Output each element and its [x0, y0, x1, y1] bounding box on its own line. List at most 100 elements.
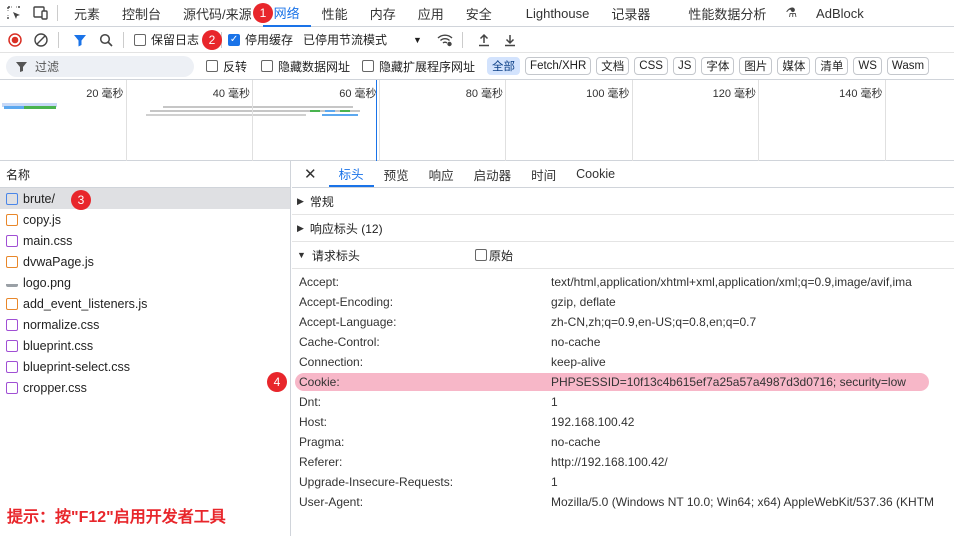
filter-icon[interactable]: [69, 29, 91, 51]
hide-extension-urls-checkbox[interactable]: 隐藏扩展程序网址: [362, 58, 475, 75]
tab-7[interactable]: 安全: [455, 0, 503, 27]
checkbox-box[interactable]: [261, 60, 274, 72]
hide-data-urls-checkbox[interactable]: 隐藏数据网址: [261, 58, 350, 75]
detail-tab-3[interactable]: 启动器: [464, 161, 522, 187]
type-filter-0[interactable]: 全部: [487, 57, 521, 75]
request-name: cropper.css: [23, 380, 87, 395]
checkbox-box[interactable]: [206, 60, 218, 72]
detail-tab-5[interactable]: Cookie: [566, 161, 625, 187]
filter-placeholder: 过滤: [35, 59, 60, 74]
search-icon[interactable]: [95, 29, 117, 51]
detail-tab-1[interactable]: 预览: [374, 161, 419, 187]
header-name: Cache-Control:: [299, 335, 380, 349]
header-row: Accept: text/html,application/xhtml+xml,a…: [292, 272, 954, 292]
type-filter-5[interactable]: 字体: [701, 57, 735, 75]
request-row[interactable]: main.css: [0, 230, 290, 251]
tab-0[interactable]: 元素: [63, 0, 111, 27]
tab-10[interactable]: 性能数据分析: [677, 0, 777, 27]
detail-tab-0[interactable]: 标头: [328, 161, 374, 187]
header-value: PHPSESSID=10f13c4b615ef7a25a57a4987d3d07…: [551, 375, 906, 389]
header-name: Dnt:: [299, 395, 322, 409]
export-har-icon[interactable]: [499, 29, 521, 51]
invert-checkbox[interactable]: 反转: [206, 58, 247, 75]
header-name: Accept:: [299, 275, 340, 289]
inspect-element-icon[interactable]: [0, 0, 27, 27]
preserve-log-checkbox[interactable]: 保留日志: [134, 31, 199, 48]
header-name: Connection:: [299, 355, 364, 369]
header-name: Cookie:: [299, 375, 340, 389]
header-row: User-Agent: Mozilla/5.0 (Windows NT 10.0;…: [292, 492, 954, 512]
type-filter-4[interactable]: JS: [672, 57, 697, 75]
type-filter-10[interactable]: Wasm: [886, 57, 930, 75]
disable-cache-checkbox[interactable]: ✓ 停用缓存: [228, 31, 293, 48]
disable-cache-label: 停用缓存: [245, 33, 294, 47]
request-row[interactable]: cropper.css: [0, 377, 290, 398]
tab-9[interactable]: 记录器: [600, 0, 661, 27]
request-row[interactable]: normalize.css: [0, 314, 290, 335]
raw-checkbox[interactable]: 原始: [475, 247, 513, 264]
expand-arrow-icon: ▶: [297, 222, 304, 233]
request-row[interactable]: copy.js: [0, 209, 290, 230]
invert-label: 反转: [223, 59, 248, 74]
request-headers-section[interactable]: ▼ 请求标头 原始: [292, 242, 954, 269]
request-row[interactable]: brute/: [0, 188, 290, 209]
timeline-overview[interactable]: 20 毫秒 40 毫秒 60 毫秒 80 毫秒 100 毫秒 120 毫秒 140 毫秒: [0, 80, 954, 161]
header-row: Dnt: 1: [292, 392, 954, 412]
flask-icon[interactable]: ⚗: [777, 0, 805, 27]
type-filter-9[interactable]: WS: [853, 57, 882, 75]
tab-2[interactable]: 源代码/来源: [172, 0, 263, 27]
header-row: Accept-Language: zh-CN,zh;q=0.9,en-US;q=0…: [292, 312, 954, 332]
detail-tab-2[interactable]: 响应: [419, 161, 464, 187]
tab-4[interactable]: 性能: [311, 0, 359, 27]
request-list: 名称 brute/copy.js main.css dvwaPage.js logo.…: [0, 161, 291, 536]
general-section[interactable]: ▶ 常规: [292, 188, 954, 215]
network-conditions-icon[interactable]: [434, 29, 456, 51]
tab-5[interactable]: 内存: [359, 0, 407, 27]
header-row: Upgrade-Insecure-Requests: 1: [292, 472, 954, 492]
request-row[interactable]: blueprint.css: [0, 335, 290, 356]
header-name: Pragma:: [299, 435, 345, 449]
header-name: Upgrade-Insecure-Requests:: [299, 475, 454, 489]
checkbox-box[interactable]: [362, 60, 375, 72]
checkbox-box[interactable]: [134, 33, 146, 46]
import-har-icon[interactable]: [473, 29, 495, 51]
detail-tab-4[interactable]: 时间: [521, 161, 566, 187]
header-row: Cookie: PHPSESSID=10f13c4b615ef7a25a57a49…: [292, 372, 954, 392]
tab-1[interactable]: 控制台: [111, 0, 172, 27]
clear-icon[interactable]: [30, 29, 52, 51]
type-filter-3[interactable]: CSS: [634, 57, 668, 75]
type-filter-8[interactable]: 清单: [815, 57, 849, 75]
timeline-tick-label: 120 毫秒: [712, 88, 756, 100]
tab-6[interactable]: 应用: [407, 0, 455, 27]
checkbox-checked[interactable]: ✓: [228, 33, 241, 46]
type-filter-7[interactable]: 媒体: [777, 57, 811, 75]
type-filter-6[interactable]: 图片: [739, 57, 773, 75]
tab-11[interactable]: AdBlock: [805, 0, 875, 27]
timeline-tick-label: 20 毫秒: [86, 88, 124, 100]
filter-input[interactable]: 过滤: [6, 55, 194, 77]
throttle-select[interactable]: 已停用节流模式 ▼: [303, 31, 422, 48]
record-icon[interactable]: [4, 29, 26, 51]
header-value: gzip, deflate: [551, 295, 616, 309]
name-column-header[interactable]: 名称: [0, 161, 290, 188]
request-name: dvwaPage.js: [23, 254, 94, 269]
timeline-tick-label: 80 毫秒: [465, 88, 503, 100]
request-row[interactable]: blueprint-select.css: [0, 356, 290, 377]
close-icon[interactable]: ✕: [292, 161, 329, 187]
response-headers-title: 响应标头 (12): [309, 221, 383, 236]
checkbox-box[interactable]: [475, 249, 487, 261]
tab-8[interactable]: Lighthouse: [515, 0, 601, 27]
request-headers-list: Accept: text/html,application/xhtml+xml,a…: [292, 269, 954, 512]
timeline-column: 20 毫秒: [0, 80, 127, 161]
type-filter-1[interactable]: Fetch/XHR: [525, 57, 592, 75]
request-row[interactable]: dvwaPage.js: [0, 251, 290, 272]
divider: [123, 31, 124, 48]
request-name: add_event_listeners.js: [23, 296, 148, 311]
request-row[interactable]: logo.png: [0, 272, 290, 293]
type-filter-2[interactable]: 文档: [596, 57, 630, 75]
device-toolbar-icon[interactable]: [27, 0, 54, 27]
timeline-tick-label: 40 毫秒: [212, 88, 250, 100]
response-headers-section[interactable]: ▶ 响应标头 (12): [292, 215, 954, 242]
request-name: blueprint.css: [23, 338, 94, 353]
request-row[interactable]: add_event_listeners.js: [0, 293, 290, 314]
